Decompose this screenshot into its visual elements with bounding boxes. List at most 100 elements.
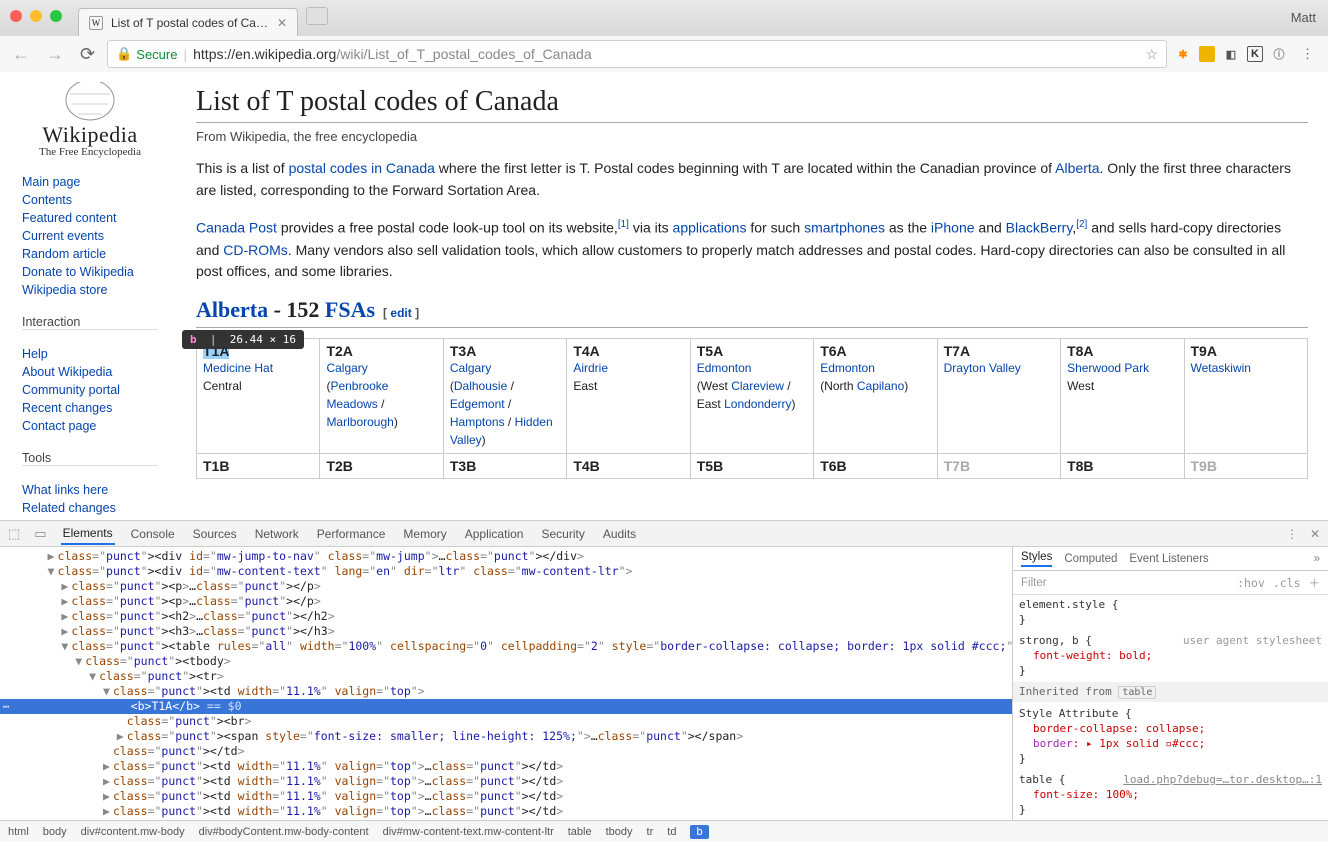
devtools-menu-icon[interactable]: ⋮ xyxy=(1286,527,1298,541)
sidebar-link[interactable]: Main page xyxy=(22,175,80,189)
link-fsas[interactable]: FSAs xyxy=(325,297,375,322)
fsa-cell: T8B xyxy=(1061,454,1184,479)
breadcrumb-item[interactable]: body xyxy=(43,826,67,838)
address-bar[interactable]: 🔒 Secure | https://en.wikipedia.org/wiki… xyxy=(107,40,1167,68)
styles-tab[interactable]: Styles xyxy=(1021,551,1052,567)
devtools-tab[interactable]: Elements xyxy=(61,522,115,545)
fsa-table: T1AMedicine HatCentralT2ACalgary(Penbroo… xyxy=(196,338,1308,479)
breadcrumb-item[interactable]: div#bodyContent.mw-body-content xyxy=(199,826,369,838)
add-rule-icon[interactable]: ＋ xyxy=(1309,575,1321,591)
sidebar-link[interactable]: Contact page xyxy=(22,419,96,433)
elements-breadcrumb[interactable]: html body div#content.mw-body div#bodyConte… xyxy=(0,820,1328,842)
city-link[interactable]: Drayton Valley xyxy=(944,361,1021,375)
extension-icon[interactable]: ✱ xyxy=(1175,46,1191,62)
breadcrumb-item[interactable]: div#mw-content-text.mw-content-ltr xyxy=(383,826,554,838)
breadcrumb-item[interactable]: table xyxy=(568,826,592,838)
footnote-link[interactable]: [2] xyxy=(1076,219,1087,230)
extension-icon[interactable]: ◧ xyxy=(1223,46,1239,62)
computed-tab[interactable]: Computed xyxy=(1064,553,1117,565)
sidebar-link[interactable]: Related changes xyxy=(22,501,116,515)
fsa-cell: T3ACalgary(Dalhousie / Edgemont / Hampto… xyxy=(443,339,566,454)
city-link[interactable]: Medicine Hat xyxy=(203,361,273,375)
extension-icon[interactable]: ⓘ xyxy=(1271,46,1287,62)
breadcrumb-item[interactable]: html xyxy=(8,826,29,838)
sidebar-link[interactable]: Featured content xyxy=(22,211,117,225)
browser-menu-icon[interactable]: ⋮ xyxy=(1295,46,1320,62)
close-tab-icon[interactable]: ✕ xyxy=(277,16,287,30)
sidebar-link[interactable]: Recent changes xyxy=(22,401,112,415)
link-cdroms[interactable]: CD-ROMs xyxy=(223,242,288,258)
filter-label[interactable]: Filter xyxy=(1021,577,1047,589)
footnote-link[interactable]: [1] xyxy=(618,219,629,230)
device-toggle-icon[interactable]: ▭ xyxy=(34,526,46,542)
sidebar-link[interactable]: Community portal xyxy=(22,383,120,397)
sidebar-link[interactable]: About Wikipedia xyxy=(22,365,112,379)
intro-paragraph: This is a list of postal codes in Canada… xyxy=(196,158,1308,201)
link-alberta-heading[interactable]: Alberta xyxy=(196,297,268,322)
event-listeners-tab[interactable]: Event Listeners xyxy=(1129,553,1208,565)
edit-link[interactable]: edit xyxy=(390,306,411,320)
sidebar-link[interactable]: What links here xyxy=(22,483,108,497)
sidebar-link[interactable]: Donate to Wikipedia xyxy=(22,265,134,279)
elements-tree[interactable]: ▶class="punct"><div id="mw-jump-to-nav" … xyxy=(0,547,1012,820)
link-canada-post[interactable]: Canada Post xyxy=(196,220,277,236)
link-iphone[interactable]: iPhone xyxy=(931,220,975,236)
devtools-tab[interactable]: Application xyxy=(463,523,526,545)
devtools-tab[interactable]: Console xyxy=(129,523,177,545)
link-smartphones[interactable]: smartphones xyxy=(804,220,885,236)
cls-toggle[interactable]: .cls xyxy=(1273,576,1301,590)
more-icon[interactable]: » xyxy=(1314,553,1320,565)
close-window-icon[interactable] xyxy=(10,10,22,22)
city-link[interactable]: Calgary xyxy=(326,361,367,375)
sidebar-link[interactable]: Random article xyxy=(22,247,106,261)
css-rules[interactable]: element.style { } user agent stylesheets… xyxy=(1013,595,1328,820)
sidebar-link[interactable]: Wikipedia store xyxy=(22,283,107,297)
window-controls[interactable] xyxy=(10,10,62,22)
devtools-tab[interactable]: Memory xyxy=(401,523,448,545)
hov-toggle[interactable]: :hov xyxy=(1237,576,1265,590)
city-link[interactable]: Edmonton xyxy=(697,361,752,375)
forward-button[interactable]: → xyxy=(42,44,68,65)
devtools-tab[interactable]: Network xyxy=(253,523,301,545)
browser-tab[interactable]: W List of T postal codes of Canad ✕ xyxy=(78,8,298,36)
secure-badge[interactable]: 🔒 Secure xyxy=(116,46,177,62)
browser-chrome: W List of T postal codes of Canad ✕ Matt… xyxy=(0,0,1328,72)
city-link[interactable]: Calgary xyxy=(450,361,491,375)
city-link[interactable]: Edmonton xyxy=(820,361,875,375)
breadcrumb-item[interactable]: div#content.mw-body xyxy=(81,826,185,838)
devtools-tab[interactable]: Audits xyxy=(601,523,638,545)
devtools-close-icon[interactable]: ✕ xyxy=(1310,527,1320,541)
minimize-window-icon[interactable] xyxy=(30,10,42,22)
city-link[interactable]: Airdrie xyxy=(573,361,608,375)
devtools-tab[interactable]: Security xyxy=(539,523,586,545)
fsa-cell: T1B xyxy=(197,454,320,479)
fsa-cell: T5B xyxy=(690,454,813,479)
back-button[interactable]: ← xyxy=(8,44,34,65)
extension-icon[interactable]: K xyxy=(1247,46,1263,62)
link-blackberry[interactable]: BlackBerry xyxy=(1006,220,1073,236)
inspect-element-icon[interactable]: ⬚ xyxy=(8,526,20,542)
breadcrumb-item[interactable]: tbody xyxy=(606,826,633,838)
breadcrumb-item[interactable]: tr xyxy=(647,826,654,838)
devtools-tab[interactable]: Sources xyxy=(191,523,239,545)
sidebar-link[interactable]: Current events xyxy=(22,229,104,243)
city-link[interactable]: Wetaskiwin xyxy=(1191,361,1251,375)
city-link[interactable]: Sherwood Park xyxy=(1067,361,1149,375)
reload-button[interactable]: ⟳ xyxy=(76,44,99,65)
sidebar-link[interactable]: Help xyxy=(22,347,48,361)
link-postal-codes[interactable]: postal codes in Canada xyxy=(289,160,435,176)
bookmark-star-icon[interactable]: ☆ xyxy=(1145,46,1158,63)
sidebar-link[interactable]: Contents xyxy=(22,193,72,207)
maximize-window-icon[interactable] xyxy=(50,10,62,22)
breadcrumb-item[interactable]: td xyxy=(667,826,676,838)
extension-icon[interactable] xyxy=(1199,46,1215,62)
styles-pane: Styles Computed Event Listeners » Filter… xyxy=(1012,547,1328,820)
link-applications[interactable]: applications xyxy=(673,220,747,236)
breadcrumb-item[interactable]: b xyxy=(690,825,708,839)
profile-label[interactable]: Matt xyxy=(1291,10,1316,25)
devtools-tab[interactable]: Performance xyxy=(315,523,388,545)
link-alberta[interactable]: Alberta xyxy=(1055,160,1099,176)
wikipedia-logo-icon[interactable] xyxy=(22,82,158,122)
fsa-cell: T7B xyxy=(937,454,1060,479)
new-tab-button[interactable] xyxy=(306,7,328,25)
